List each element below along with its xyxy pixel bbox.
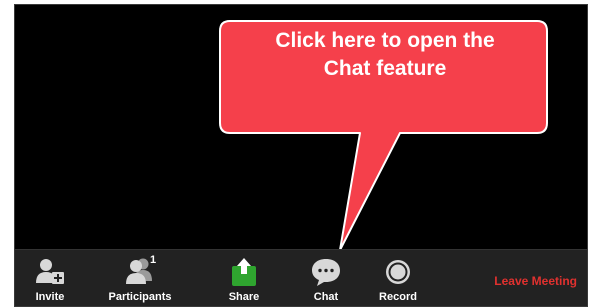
participants-button[interactable]: Participants 1 [95, 250, 185, 306]
invite-button[interactable]: Invite [15, 250, 95, 306]
share-button[interactable]: Share [199, 250, 289, 306]
invite-label: Invite [35, 291, 65, 303]
leave-meeting-button[interactable]: Leave Meeting [494, 274, 577, 288]
share-label: Share [228, 291, 260, 303]
share-icon [232, 258, 256, 286]
meeting-toolbar: Invite Participants 1 Share Chat Record … [15, 249, 587, 306]
chat-label: Chat [313, 291, 339, 303]
callout-text: Click here to open the Chat feature [275, 29, 495, 80]
meeting-window: Click here to open the Chat feature Invi… [14, 4, 588, 307]
record-button[interactable]: Record [353, 250, 443, 306]
record-icon [386, 260, 410, 284]
participants-label: Participants [108, 291, 172, 303]
invite-icon [36, 259, 64, 284]
record-label: Record [379, 291, 417, 303]
participants-count-badge: 1 [150, 254, 157, 266]
chat-icon [312, 259, 340, 286]
